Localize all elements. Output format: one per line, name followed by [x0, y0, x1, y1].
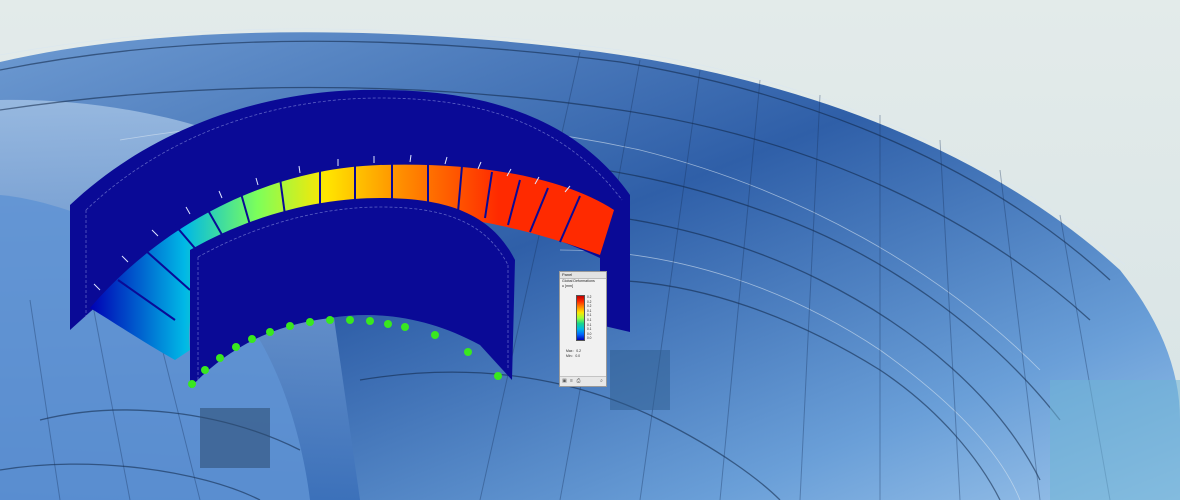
results-panel[interactable]: Panel Global Deformations u [mm] 0.2 0.2…	[559, 271, 607, 387]
max-label: Max :	[566, 349, 575, 353]
min-max-stats: Max :0.2 Min :0.0	[566, 349, 583, 359]
list-icon[interactable]: ≡	[569, 379, 574, 384]
panel-toolbar: ▣ ≡ ⎙ ⌕	[560, 376, 606, 386]
scale-values: 0.2 0.2 0.2 0.1 0.1 0.1 0.1 0.1 0.0 0.0	[587, 295, 607, 341]
panel-title: Panel	[560, 272, 606, 279]
print-icon[interactable]: ⎙	[576, 379, 581, 384]
color-scale-bar[interactable]	[576, 295, 585, 341]
min-value: 0.0	[575, 354, 581, 358]
scale-value: 0.0	[587, 336, 592, 341]
min-row: Min :0.0	[566, 354, 583, 359]
building-background	[0, 0, 1180, 500]
min-label: Min :	[566, 354, 574, 358]
display-icon[interactable]: ▣	[562, 379, 567, 384]
unit-label: u [mm]	[562, 284, 573, 288]
max-value: 0.2	[576, 349, 582, 353]
zoom-icon[interactable]: ⌕	[599, 379, 604, 384]
